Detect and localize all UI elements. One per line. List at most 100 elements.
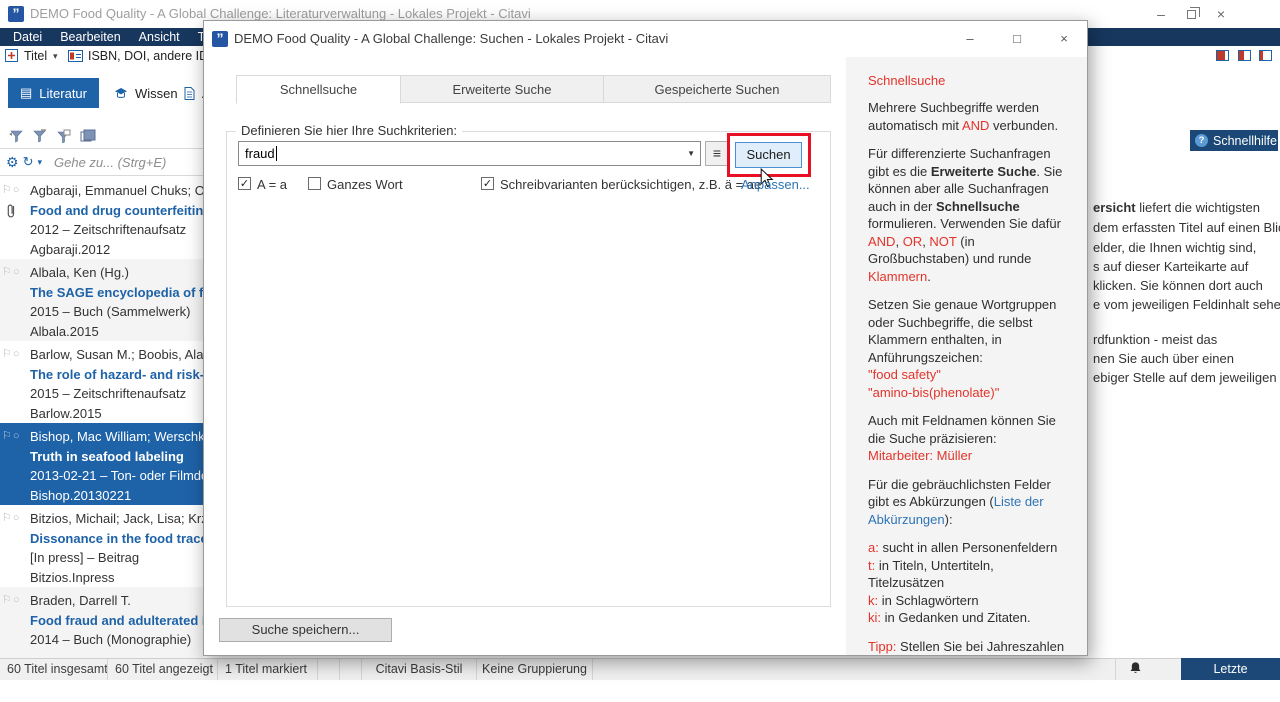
anpassen-link[interactable]: Anpassen... bbox=[741, 177, 810, 192]
ref-authors: Albala, Ken (Hg.) bbox=[30, 263, 203, 283]
text-segment: e vom jeweiligen Feldinhalt sehen bbox=[1093, 297, 1280, 312]
sync-icon[interactable]: ↻ bbox=[23, 154, 34, 170]
text-segment: AND bbox=[868, 234, 895, 249]
checkbox-whole-word-label[interactable]: Ganzes Wort bbox=[327, 177, 403, 192]
status-citation-style[interactable]: Citavi Basis-Stil bbox=[362, 659, 477, 680]
save-search-button[interactable]: Suche speichern... bbox=[219, 618, 392, 642]
list-item[interactable]: ⚐○ Barlow, Susan M.; Boobis, Alan The ro… bbox=[0, 341, 203, 423]
list-item[interactable]: ⚐○ Albala, Ken (Hg.) The SAGE encycloped… bbox=[0, 259, 203, 341]
menu-datei[interactable]: Datei bbox=[4, 28, 51, 46]
sync-dropdown-icon[interactable]: ▾ bbox=[37, 157, 42, 168]
text-segment: Schnellsuche bbox=[936, 199, 1020, 214]
goto-bar: ⚙ ↻ ▾ Gehe zu... (Strg+E) bbox=[0, 148, 203, 176]
ref-key: Bitzios.Inpress bbox=[30, 568, 203, 588]
text-segment: NOT bbox=[929, 234, 956, 249]
status-total-count[interactable]: 60 Titel insgesamt bbox=[0, 659, 108, 680]
ref-title: Food and drug counterfeiting bbox=[30, 201, 203, 221]
minimize-icon[interactable]: – bbox=[1146, 2, 1176, 26]
task-flag-icon: ⚐○ bbox=[2, 347, 21, 360]
hamburger-icon: ≡ bbox=[713, 145, 721, 161]
status-shown-count[interactable]: 60 Titel angezeigt bbox=[108, 659, 218, 680]
text-segment: s auf dieser Karteikarte auf bbox=[1093, 259, 1248, 274]
checkbox-whole-word[interactable] bbox=[308, 177, 321, 190]
help-fragment: rdfunktion - meist das bbox=[1093, 330, 1280, 350]
text-segment: elder, die Ihnen wichtig sind, bbox=[1093, 240, 1256, 255]
tab-schnellsuche[interactable]: Schnellsuche bbox=[236, 75, 401, 104]
text-segment: in Titeln, Untertiteln, Titelzusätzen bbox=[868, 558, 994, 591]
help-fragment: elder, die Ihnen wichtig sind, bbox=[1093, 238, 1280, 258]
layout-columns-icon-3[interactable] bbox=[1259, 50, 1272, 61]
status-marked-count[interactable]: 1 Titel markiert bbox=[218, 659, 318, 680]
text-segment: Setzen Sie genaue Wortgruppen oder Suchb… bbox=[868, 297, 1056, 365]
filter-forward-icon[interactable] bbox=[32, 129, 47, 143]
checkbox-case-label[interactable]: A = a bbox=[257, 177, 287, 192]
text-segment: in Gedanken und Zitaten. bbox=[881, 610, 1031, 625]
status-empty-cell bbox=[340, 659, 362, 680]
letzte-aenderungen-button[interactable]: Letzte Änderungen bbox=[1181, 658, 1280, 680]
bell-icon[interactable] bbox=[1128, 661, 1143, 676]
tab-erweiterte-suche[interactable]: Erweiterte Suche bbox=[401, 75, 604, 103]
titel-dropdown-icon[interactable]: ▾ bbox=[53, 51, 58, 62]
search-input[interactable]: fraud ▼ bbox=[238, 141, 701, 166]
filter-back-icon[interactable] bbox=[8, 129, 23, 143]
list-item[interactable]: ⚐○ Braden, Darrell T. Food fraud and adu… bbox=[0, 587, 203, 658]
combo-dropdown-icon[interactable]: ▼ bbox=[687, 149, 695, 158]
ref-authors: Barlow, Susan M.; Boobis, Alan bbox=[30, 345, 203, 365]
list-item-selected[interactable]: ⚐○ Bishop, Mac William; Werschku Truth i… bbox=[0, 423, 203, 505]
help-fragment: dem erfassten Titel auf einen Blick. bbox=[1093, 218, 1280, 238]
list-item[interactable]: ⚐○ Bitzios, Michail; Jack, Lisa; Krzy Di… bbox=[0, 505, 203, 587]
text-segment: sucht in allen Personenfeldern bbox=[879, 540, 1058, 555]
criteria-groupbox: Definieren Sie hier Ihre Suchkriterien: bbox=[226, 131, 831, 607]
text-segment: nen Sie auch über einen bbox=[1093, 351, 1234, 366]
document-icon bbox=[184, 87, 195, 100]
titel-button[interactable]: Titel bbox=[24, 49, 47, 63]
ref-authors: Agbaraji, Emmanuel Chuks; Och bbox=[30, 181, 203, 201]
text-segment: in Schlagwörtern bbox=[878, 593, 978, 608]
checkbox-spelling-variants[interactable]: ✓ bbox=[481, 177, 494, 190]
maximize-icon[interactable]: □ bbox=[1002, 28, 1032, 50]
text-segment: Mitarbeiter: Müller bbox=[868, 448, 972, 463]
dialog-controls: – □ × bbox=[955, 28, 1079, 50]
help-paragraph: Mehrere Suchbegriffe werden automatisch … bbox=[868, 99, 1071, 134]
help-heading: Schnellsuche bbox=[868, 73, 1071, 88]
search-dialog: ” DEMO Food Quality - A Global Challenge… bbox=[203, 20, 1088, 656]
menu-bearbeiten[interactable]: Bearbeiten bbox=[51, 28, 129, 46]
layout-columns-icon-2[interactable] bbox=[1238, 50, 1251, 61]
search-options-row: ✓ A = a Ganzes Wort ✓ Schreibvarianten b… bbox=[238, 177, 813, 193]
text-segment: dem erfassten Titel auf einen Blick. bbox=[1093, 220, 1280, 235]
gear-icon[interactable]: ⚙ bbox=[6, 154, 19, 171]
schnellhilfe-button[interactable]: ? Schnellhilfe bbox=[1190, 130, 1278, 151]
filter-stack-icon[interactable] bbox=[80, 129, 96, 143]
tab-literatur[interactable]: ▤ Literatur bbox=[8, 78, 99, 108]
filter-clear-icon[interactable] bbox=[56, 129, 71, 143]
close-icon[interactable]: × bbox=[1049, 28, 1079, 50]
menu-ansicht[interactable]: Ansicht bbox=[130, 28, 189, 46]
minimize-icon[interactable]: – bbox=[955, 28, 985, 50]
text-segment: OR bbox=[903, 234, 923, 249]
knowledge-icon bbox=[114, 87, 128, 100]
text-caret bbox=[276, 146, 277, 161]
ref-info: 2015 – Buch (Sammelwerk) bbox=[30, 302, 203, 322]
list-item[interactable]: ⚐○ Agbaraji, Emmanuel Chuks; Och Food an… bbox=[0, 177, 203, 259]
isbn-doi-button[interactable]: ISBN, DOI, andere ID bbox=[88, 49, 208, 63]
text-segment: Auch mit Feldnamen können Sie die Suche … bbox=[868, 413, 1056, 446]
status-grouping[interactable]: Keine Gruppierung bbox=[477, 659, 593, 680]
ref-info: [In press] – Beitrag bbox=[30, 548, 203, 568]
text-segment: a: bbox=[868, 540, 879, 555]
paperclip-icon bbox=[5, 202, 17, 221]
status-empty-cell bbox=[318, 659, 340, 680]
text-segment: , bbox=[895, 234, 902, 249]
close-icon[interactable]: × bbox=[1206, 2, 1236, 26]
checkbox-case-insensitive[interactable]: ✓ bbox=[238, 177, 251, 190]
criteria-label: Definieren Sie hier Ihre Suchkriterien: bbox=[236, 123, 462, 138]
tab-gespeicherte-suchen[interactable]: Gespeicherte Suchen bbox=[604, 75, 831, 103]
add-title-icon bbox=[5, 49, 18, 62]
help-paragraph: Auch mit Feldnamen können Sie die Suche … bbox=[868, 412, 1071, 465]
goto-input[interactable]: Gehe zu... (Strg+E) bbox=[54, 155, 166, 170]
layout-columns-icon-1[interactable] bbox=[1216, 50, 1229, 61]
restore-icon[interactable] bbox=[1176, 2, 1206, 26]
ref-title: Truth in seafood labeling bbox=[30, 447, 203, 467]
statusbar: 60 Titel insgesamt 60 Titel angezeigt 1 … bbox=[0, 658, 1280, 680]
search-options-button[interactable]: ≡ bbox=[705, 141, 729, 166]
checkbox-spelling-variants-label[interactable]: Schreibvarianten berücksichtigen, z.B. ä… bbox=[500, 177, 761, 192]
